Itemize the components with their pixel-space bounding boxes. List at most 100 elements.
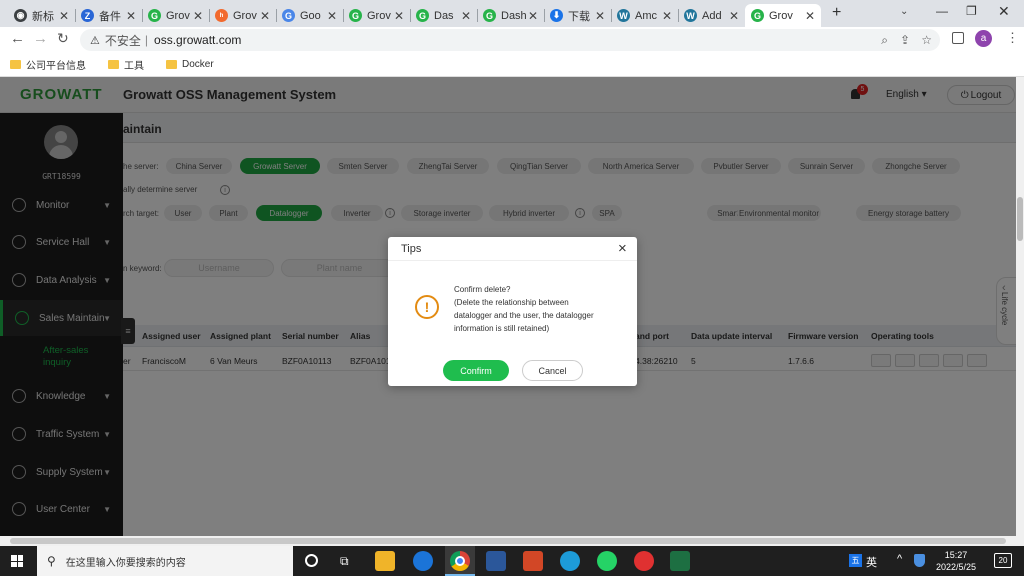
dialog-close-button[interactable]: × (618, 240, 627, 257)
vertical-scrollbar[interactable] (1016, 77, 1024, 546)
tray-chevron-up-icon[interactable]: ^ (897, 553, 902, 565)
reload-icon[interactable]: ↻ (57, 30, 69, 47)
taskbar-search-input[interactable]: ⚲ 在这里输入你要搜索的内容 (37, 546, 293, 576)
bookmark-folder[interactable]: Docker (166, 59, 214, 70)
browser-tab[interactable]: ⬇ 下载 ✕ (544, 4, 611, 27)
tab-favicon-icon: W (617, 9, 630, 22)
side-panel-icon[interactable] (952, 32, 964, 44)
tab-favicon-icon: ⬇ (550, 9, 563, 22)
browser-tab[interactable]: G Grov ✕ (343, 4, 410, 27)
browser-tab[interactable]: G Goo ✕ (276, 4, 343, 27)
confirm-dialog: Tips × ! Confirm delete? (Delete the rel… (388, 237, 637, 386)
tab-label: 下载 (568, 10, 590, 23)
tab-favicon-icon: G (483, 9, 496, 22)
tab-close-icon[interactable]: ✕ (193, 9, 203, 23)
tab-label: Grov (367, 9, 391, 22)
tab-close-icon[interactable]: ✕ (729, 9, 739, 23)
tab-label: Add (702, 9, 722, 22)
file-explorer-icon[interactable] (375, 551, 395, 571)
tab-close-icon[interactable]: ✕ (662, 9, 672, 23)
tab-favicon-icon: G (349, 9, 362, 22)
browser-tab[interactable]: ʰ Grov ✕ (209, 4, 276, 27)
more-menu-icon[interactable]: ⋮ (1006, 30, 1019, 46)
ime-badge[interactable]: 五 (849, 554, 862, 567)
close-window-button[interactable]: ✕ (998, 3, 1010, 20)
tab-close-icon[interactable]: ✕ (327, 9, 337, 23)
tab-favicon-icon: Z (81, 9, 94, 22)
bookmark-folder[interactable]: 公司平台信息 (10, 57, 86, 72)
tab-label: 备件 (99, 10, 121, 23)
tab-favicon-icon: ʰ (215, 9, 228, 22)
warning-icon: ! (415, 295, 439, 319)
dialog-header: Tips × (388, 237, 637, 261)
windows-start-icon[interactable] (11, 555, 23, 567)
browser-tab[interactable]: G Grov ✕ (142, 4, 209, 27)
shield-icon[interactable] (914, 554, 925, 567)
restore-button[interactable]: ❐ (966, 4, 977, 18)
warning-triangle-icon: ⚠ (90, 34, 100, 47)
edge-icon[interactable] (413, 551, 433, 571)
app-icon[interactable] (560, 551, 580, 571)
tab-favicon-icon: ◉ (14, 9, 27, 22)
browser-tab[interactable]: Z 备件 ✕ (75, 4, 142, 27)
new-tab-button[interactable]: + (832, 4, 841, 22)
task-view-icon[interactable]: ⧉ (340, 554, 349, 569)
ime-language[interactable]: 英 (866, 554, 877, 570)
browser-tab[interactable]: W Amc ✕ (611, 4, 678, 27)
tab-close-icon[interactable]: ✕ (59, 9, 69, 23)
tab-close-icon[interactable]: ✕ (595, 9, 605, 23)
excel-icon[interactable] (670, 551, 690, 571)
tab-close-icon[interactable]: ✕ (461, 9, 471, 23)
browser-tab[interactable]: G Dash ✕ (477, 4, 544, 27)
back-arrow-icon[interactable]: ← (10, 30, 25, 47)
action-center-icon[interactable]: 20 (994, 553, 1012, 568)
tab-label: Goo (300, 9, 321, 22)
bookmarks-bar: 公司平台信息 工具 Docker (0, 52, 1024, 77)
vertical-scroll-thumb[interactable] (1017, 197, 1023, 241)
tab-close-icon[interactable]: ✕ (528, 9, 538, 23)
dialog-message: Confirm delete? (Delete the relationship… (454, 285, 594, 333)
omnibox[interactable]: ⚠ 不安全 | oss.growatt.com ⌕ ⇪ ☆ (80, 29, 940, 51)
cortana-icon[interactable] (305, 554, 318, 567)
browser-tab[interactable]: G Das ✕ (410, 4, 477, 27)
tab-close-icon[interactable]: ✕ (394, 9, 404, 23)
tab-favicon-icon: G (282, 9, 295, 22)
tab-close-icon[interactable]: ✕ (805, 9, 815, 23)
browser-tab[interactable]: W Add ✕ (678, 4, 745, 27)
minimize-button[interactable]: — (936, 4, 948, 18)
tab-search-chevron-icon[interactable]: ⌄ (900, 6, 908, 17)
browser-tab[interactable]: G Grov ✕ (745, 4, 821, 27)
address-toolbar: ← → ↻ ⚠ 不安全 | oss.growatt.com ⌕ ⇪ ☆ a ⋮ (0, 27, 1024, 52)
folder-icon (10, 59, 21, 69)
powerpoint-icon[interactable] (523, 551, 543, 571)
share-icon[interactable]: ⇪ (900, 33, 910, 47)
tab-label: Amc (635, 9, 657, 22)
tab-label: Dash (501, 9, 527, 22)
bookmark-folder[interactable]: 工具 (108, 57, 144, 72)
browser-tab-strip: ◉ 新标 ✕ Z 备件 ✕ G Grov ✕ ʰ Grov ✕ G Goo ✕ G Grov ✕ G Das ✕ G Das… (0, 0, 1024, 27)
tab-label: Das (434, 9, 454, 22)
security-label: 不安全 (104, 33, 141, 48)
horizontal-scroll-thumb[interactable] (10, 538, 1006, 544)
forward-arrow-icon[interactable]: → (33, 30, 48, 47)
zoom-icon[interactable]: ⌕ (881, 33, 888, 48)
confirm-button[interactable]: Confirm (443, 360, 509, 381)
folder-icon (166, 59, 177, 69)
horizontal-scrollbar[interactable] (0, 536, 1016, 546)
profile-avatar[interactable]: a (975, 30, 992, 47)
url-text: oss.growatt.com (154, 33, 242, 47)
tab-favicon-icon: G (416, 9, 429, 22)
chrome-taskbar-button[interactable] (445, 546, 475, 576)
whatsapp-icon[interactable] (597, 551, 617, 571)
bookmark-star-icon[interactable]: ☆ (921, 33, 932, 47)
clock[interactable]: 15:27 2022/5/25 (932, 549, 980, 573)
cancel-button[interactable]: Cancel (522, 360, 583, 381)
browser-tab[interactable]: ◉ 新标 ✕ (8, 4, 75, 27)
tab-close-icon[interactable]: ✕ (260, 9, 270, 23)
tab-close-icon[interactable]: ✕ (126, 9, 136, 23)
app-red-icon[interactable] (634, 551, 654, 571)
folder-icon (108, 59, 119, 69)
windows-taskbar: ⚲ 在这里输入你要搜索的内容 ⧉ 五 英 ^ 15:27 2022/5/25 2… (0, 546, 1024, 576)
word-icon[interactable] (486, 551, 506, 571)
tab-favicon-icon: W (684, 9, 697, 22)
